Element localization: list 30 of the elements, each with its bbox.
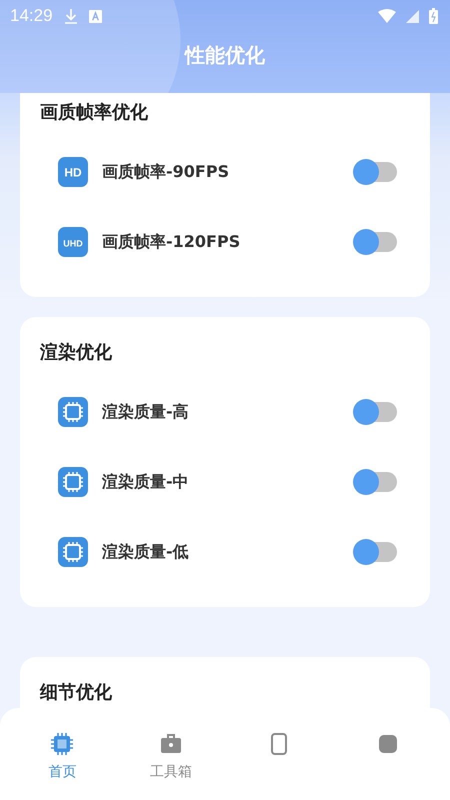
wifi-icon bbox=[378, 9, 396, 23]
chip-icon bbox=[58, 537, 88, 567]
option-label: 画质帧率-90FPS bbox=[102, 162, 230, 182]
square-icon bbox=[376, 733, 399, 755]
toggle-switch[interactable] bbox=[355, 542, 397, 562]
option-label: 渲染质量-中 bbox=[102, 472, 190, 492]
chip-icon bbox=[58, 467, 88, 497]
option-label: 渲染质量-低 bbox=[102, 542, 190, 562]
nav-tab[interactable]: 首页 bbox=[8, 708, 116, 800]
page-title: 性能优化 bbox=[183, 42, 266, 69]
section-title: 画质帧率优化 bbox=[39, 101, 149, 125]
option-label: 渲染质量-高 bbox=[102, 402, 190, 422]
badge-icon: HD bbox=[58, 157, 88, 187]
toggle-switch[interactable] bbox=[355, 472, 397, 492]
download-icon bbox=[62, 8, 79, 24]
toggle-switch[interactable] bbox=[355, 402, 397, 422]
battery-icon bbox=[429, 8, 438, 24]
option-label: 画质帧率-120FPS bbox=[102, 232, 242, 252]
signal-icon bbox=[406, 10, 419, 22]
badge-icon: UHD bbox=[58, 227, 88, 257]
toolbox-icon bbox=[160, 733, 182, 755]
chip-icon bbox=[58, 397, 88, 427]
chip-icon bbox=[51, 733, 74, 755]
section-title: 细节优化 bbox=[38, 681, 113, 705]
nav-tab[interactable]: 工具箱 bbox=[116, 708, 225, 800]
notification-icon bbox=[88, 10, 102, 22]
section-title: 渲染优化 bbox=[38, 341, 113, 365]
toggle-switch[interactable] bbox=[355, 162, 397, 182]
status-time: 14:29 bbox=[10, 6, 53, 26]
toggle-switch[interactable] bbox=[355, 232, 397, 252]
